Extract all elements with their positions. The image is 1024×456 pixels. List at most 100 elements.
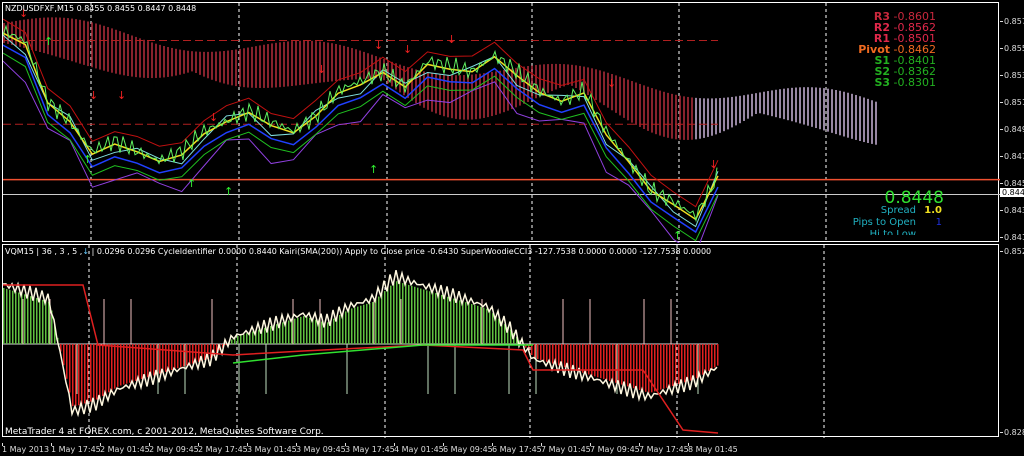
ichimoku-cloud-bar: [679, 95, 681, 140]
indicator-name: VQM15 | 36 , 3 , 5 ,: [5, 247, 83, 256]
ichimoku-cloud-bar: [275, 42, 277, 88]
histogram-bar: [327, 322, 329, 344]
ichimoku-cloud-bar: [647, 86, 649, 131]
histogram-bar: [678, 344, 680, 385]
histogram-bar: [708, 344, 710, 372]
ichimoku-cloud-bar: [255, 46, 257, 88]
ichimoku-cloud-bar: [803, 87, 805, 125]
ichimoku-cloud-bar: [195, 51, 197, 73]
histogram-bar: [534, 344, 536, 359]
ichimoku-cloud-bar: [747, 94, 749, 119]
histogram-bar: [459, 300, 461, 344]
ichimoku-cloud-bar: [359, 50, 361, 80]
histogram-bar: [264, 327, 266, 344]
ichimoku-cloud-bar: [143, 39, 145, 78]
price-tick: 0.8515: [1000, 98, 1024, 107]
sell-arrow-icon: ↓: [89, 89, 98, 102]
histogram-bar: [138, 344, 140, 381]
histogram-bar: [177, 344, 179, 369]
ichimoku-cloud-bar: [847, 92, 849, 138]
ichimoku-cloud-bar: [767, 91, 769, 116]
histogram-bar: [378, 296, 380, 344]
ichimoku-cloud-bar: [539, 64, 541, 97]
ichimoku-cloud-bar: [111, 28, 113, 73]
sell-arrow-icon: ↓: [117, 89, 126, 102]
pivot-s3: S3 -0.8301: [874, 76, 936, 89]
ichimoku-cloud-bar: [631, 81, 633, 123]
histogram-bar: [63, 344, 65, 366]
ichimoku-cloud-bar: [31, 18, 33, 50]
ichimoku-cloud-bar: [599, 70, 601, 103]
ichimoku-cloud-bar: [267, 44, 269, 88]
histogram-bar: [12, 290, 14, 344]
histogram-bar: [321, 321, 323, 344]
ichimoku-cloud-bar: [715, 98, 717, 135]
ichimoku-cloud-bar: [335, 43, 337, 82]
histogram-bar: [246, 333, 248, 344]
histogram-bar: [6, 288, 8, 344]
histogram-bar: [450, 297, 452, 344]
oscillator-chart: [3, 245, 825, 438]
histogram-bar: [9, 289, 11, 344]
histogram-bar: [384, 291, 386, 344]
histogram-bar: [99, 344, 101, 398]
hilo-label: Hi to Low: [869, 229, 916, 235]
indicator-pane[interactable]: VQM15 | 36 , 3 , 5 ,↓ | 0.0296 0.0296 Cy…: [2, 244, 999, 438]
histogram-bar: [585, 344, 587, 374]
histogram-bar: [48, 301, 50, 344]
ichimoku-cloud-bar: [731, 96, 733, 128]
ohlc-values: 0.8455 0.8455 0.8447 0.8448: [76, 4, 197, 13]
ichimoku-cloud-bar: [727, 97, 729, 130]
histogram-bar: [15, 291, 17, 344]
histogram-bar: [426, 290, 428, 344]
histogram-bar: [123, 344, 125, 385]
ichimoku-cloud-bar: [639, 83, 641, 128]
histogram-bar: [441, 294, 443, 344]
histogram-bar: [351, 308, 353, 344]
ichimoku-cloud-bar: [283, 41, 285, 87]
time-tick: 7 May 09:45: [590, 443, 640, 454]
ichimoku-cloud-bar: [15, 20, 17, 46]
histogram-bar: [564, 344, 566, 368]
histogram-bar: [33, 297, 35, 344]
ichimoku-cloud-bar: [171, 47, 173, 77]
price-tick: 0.8435: [1000, 206, 1024, 215]
buy-arrow-icon: ↑: [673, 229, 682, 242]
ichimoku-cloud-bar: [251, 46, 253, 88]
histogram-bar: [606, 344, 608, 381]
ichimoku-cloud-bar: [703, 98, 705, 138]
ichimoku-cloud-bar: [695, 97, 697, 140]
ichimoku-cloud-bar: [623, 78, 625, 118]
price-tick: 0.8455: [1000, 179, 1024, 188]
ichimoku-cloud-bar: [835, 89, 837, 135]
ichimoku-cloud-bar: [107, 27, 109, 72]
ichimoku-cloud-bar: [795, 87, 797, 123]
ichimoku-cloud-bar: [411, 68, 413, 101]
ichimoku-cloud-bar: [567, 64, 569, 86]
ichimoku-cloud-bar: [59, 17, 61, 58]
ichimoku-cloud-bar: [807, 87, 809, 126]
ichimoku-cloud-bar: [823, 88, 825, 131]
histogram-bar: [462, 301, 464, 344]
histogram-bar: [456, 299, 458, 344]
histogram-bar: [72, 344, 74, 407]
time-tick: 2 May 17:45: [198, 443, 248, 454]
histogram-bar: [690, 344, 692, 381]
ichimoku-cloud-bar: [179, 49, 181, 75]
histogram-bar: [576, 344, 578, 371]
ichimoku-cloud-bar: [327, 42, 329, 82]
histogram-bar: [636, 344, 638, 390]
ichimoku-cloud-bar: [271, 43, 273, 88]
histogram-bar: [291, 319, 293, 344]
ichimoku-cloud-bar: [783, 88, 785, 120]
histogram-bar: [423, 289, 425, 344]
price-tick: 0.8495: [1000, 125, 1024, 134]
ichimoku-cloud-bar: [375, 56, 377, 79]
histogram-bar: [630, 344, 632, 388]
histogram-bar: [288, 320, 290, 344]
histogram-bar: [435, 293, 437, 344]
ichimoku-cloud-bar: [207, 51, 209, 79]
histogram-bar: [480, 306, 482, 344]
ichimoku-cloud-bar: [219, 51, 221, 83]
main-chart-pane[interactable]: ↓ ↓ ↓ ↓ ↓ ↓ ↓ ↓ ↓ ↓ ↑ ↑ ↑ ↑ ↑ ↑ NZDUSDFXF,M15 0.8455 0.…: [2, 2, 1000, 243]
